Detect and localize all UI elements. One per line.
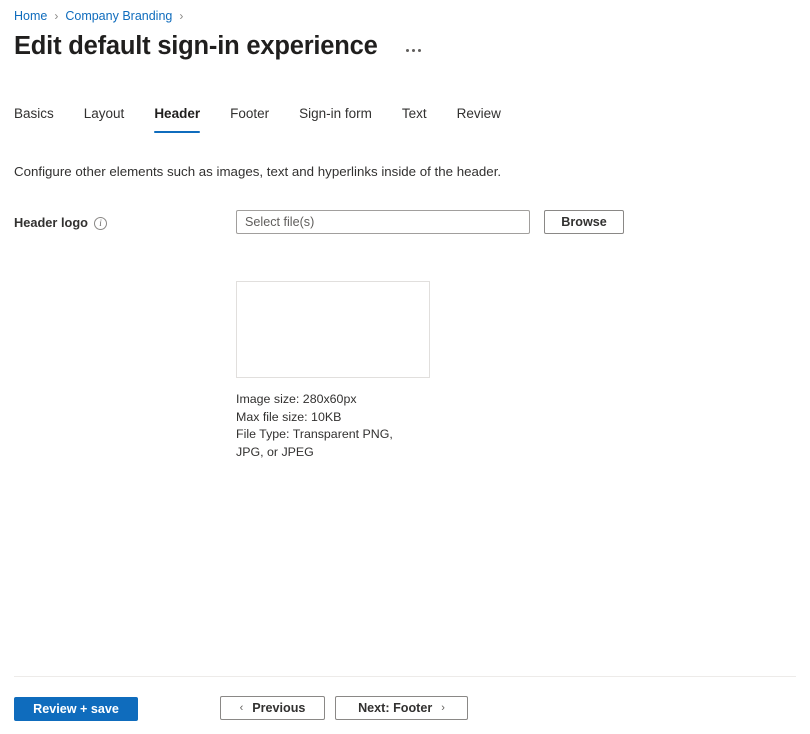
chevron-left-icon: ‹ [240, 703, 244, 714]
browse-button[interactable]: Browse [544, 210, 624, 234]
header-logo-preview-box [236, 281, 430, 378]
tab-sign-in-form[interactable]: Sign-in form [299, 104, 372, 133]
tab-description: Configure other elements such as images,… [14, 163, 501, 181]
tab-text[interactable]: Text [402, 104, 427, 133]
info-icon[interactable]: i [94, 217, 107, 230]
next-footer-button[interactable]: Next: Footer › [335, 696, 468, 720]
review-and-save-button[interactable]: Review + save [14, 697, 138, 721]
footer-divider [14, 676, 796, 677]
wizard-tabs: Basics Layout Header Footer Sign-in form… [14, 104, 501, 136]
header-logo-form-row: Header logo i Browse [14, 210, 794, 234]
breadcrumb-separator-icon: › [179, 8, 183, 24]
footer-primary-actions: Review + save [14, 697, 138, 721]
tab-review[interactable]: Review [457, 104, 501, 133]
ellipsis-dot [412, 49, 415, 52]
requirement-image-size: Image size: 280x60px [236, 391, 396, 409]
previous-button-label: Previous [252, 701, 305, 715]
chevron-right-icon: › [441, 703, 445, 714]
previous-button[interactable]: ‹ Previous [220, 696, 325, 720]
breadcrumb: Home › Company Branding › [14, 8, 190, 24]
tab-footer[interactable]: Footer [230, 104, 269, 133]
breadcrumb-item-home[interactable]: Home [14, 8, 47, 24]
header-logo-file-input[interactable] [236, 210, 530, 234]
breadcrumb-separator-icon: › [54, 8, 58, 24]
tab-header[interactable]: Header [154, 104, 200, 133]
ellipsis-dot [406, 49, 409, 52]
header-logo-label: Header logo [14, 215, 88, 231]
header-logo-label-group: Header logo i [14, 210, 236, 231]
footer-wizard-navigation: ‹ Previous Next: Footer › [220, 696, 468, 720]
next-button-label: Next: Footer [358, 701, 432, 715]
tab-layout[interactable]: Layout [84, 104, 125, 133]
tab-basics[interactable]: Basics [14, 104, 54, 133]
requirement-max-file-size: Max file size: 10KB [236, 409, 396, 427]
header-logo-requirements: Image size: 280x60px Max file size: 10KB… [236, 391, 396, 461]
breadcrumb-item-company-branding[interactable]: Company Branding [65, 8, 172, 24]
page-title: Edit default sign-in experience [14, 30, 378, 62]
requirement-file-type: File Type: Transparent PNG, JPG, or JPEG [236, 426, 396, 461]
ellipsis-dot [418, 49, 421, 52]
header-logo-preview-area: Image size: 280x60px Max file size: 10KB… [236, 281, 430, 461]
more-actions-ellipsis-icon[interactable] [400, 39, 428, 61]
page-title-row: Edit default sign-in experience [14, 30, 428, 62]
